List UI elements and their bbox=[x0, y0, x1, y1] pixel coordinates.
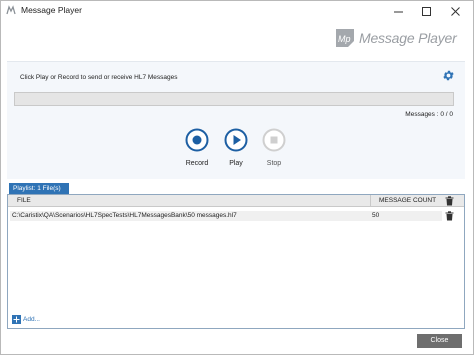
maximize-button[interactable] bbox=[412, 1, 440, 21]
logo-badge: Mp bbox=[336, 29, 354, 47]
file-path-cell: C:\Caristix\QA\Scenarios\HL7SpecTests\HL… bbox=[10, 211, 370, 221]
add-plus-icon bbox=[12, 315, 21, 324]
player-controls: Record Play Stop bbox=[180, 128, 290, 168]
play-button[interactable]: Play bbox=[219, 128, 253, 167]
record-icon bbox=[185, 128, 209, 152]
close-button[interactable]: Close bbox=[417, 334, 462, 348]
player-panel: Click Play or Record to send or receive … bbox=[7, 61, 465, 179]
logo-text: Message Player bbox=[359, 30, 457, 46]
play-label: Play bbox=[229, 160, 243, 167]
add-file-button[interactable]: Add... bbox=[12, 315, 40, 324]
settings-gear-icon[interactable] bbox=[442, 69, 455, 82]
table-row[interactable]: C:\Caristix\QA\Scenarios\HL7SpecTests\HL… bbox=[8, 210, 464, 221]
playlist-grid: FILE MESSAGE COUNT C:\Caristix\QA\Scenar… bbox=[7, 194, 465, 329]
column-header-message-count[interactable]: MESSAGE COUNT bbox=[379, 197, 436, 204]
app-logo: Mp Message Player bbox=[334, 27, 457, 49]
stop-button[interactable]: Stop bbox=[257, 128, 291, 167]
app-icon bbox=[6, 5, 16, 15]
minimize-button[interactable] bbox=[384, 1, 412, 21]
delete-all-trash-icon[interactable] bbox=[445, 196, 454, 206]
message-count-cell: 50 bbox=[370, 211, 442, 221]
minimize-icon bbox=[393, 11, 403, 12]
delete-row-trash-icon[interactable] bbox=[445, 211, 454, 221]
stop-icon bbox=[262, 128, 286, 152]
record-button[interactable]: Record bbox=[180, 128, 214, 167]
instruction-text: Click Play or Record to send or receive … bbox=[20, 74, 178, 81]
column-header-message-count-cell: MESSAGE COUNT bbox=[370, 195, 442, 206]
send-progress-bar bbox=[14, 92, 454, 106]
column-header-file[interactable]: FILE bbox=[17, 197, 31, 204]
maximize-icon bbox=[421, 6, 431, 16]
play-icon bbox=[224, 128, 248, 152]
logo-badge-text: Mp bbox=[338, 34, 351, 44]
tab-playlist[interactable]: Playlist: 1 File(s) bbox=[9, 183, 69, 194]
window-close-button[interactable] bbox=[441, 1, 469, 21]
close-icon bbox=[450, 6, 460, 16]
stop-label: Stop bbox=[266, 160, 282, 167]
messages-counter: Messages : 0 / 0 bbox=[405, 111, 453, 118]
window-title: Message Player bbox=[21, 5, 82, 15]
title-bar: Message Player bbox=[1, 1, 473, 21]
message-player-window: Message Player Mp Message Player Click P… bbox=[0, 0, 474, 355]
playlist-header-row: FILE MESSAGE COUNT bbox=[8, 195, 464, 207]
add-label: Add... bbox=[23, 316, 40, 323]
record-label: Record bbox=[185, 160, 209, 167]
